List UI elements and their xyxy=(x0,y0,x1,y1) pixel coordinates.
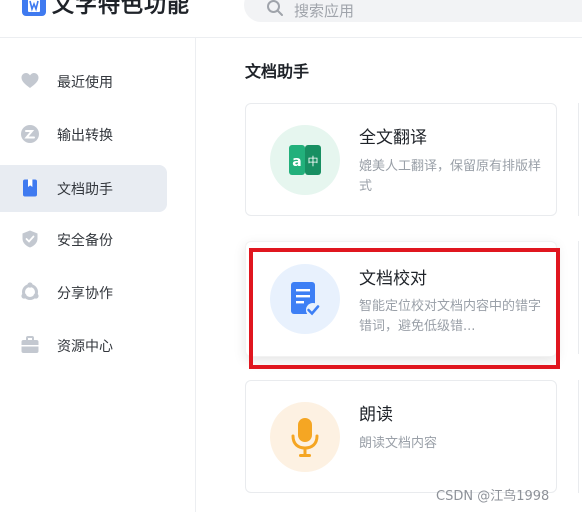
sidebar-item-resources[interactable]: 资源中心 xyxy=(0,322,167,369)
sidebar-item-recent[interactable]: 最近使用 xyxy=(0,58,167,105)
share-cycle-icon xyxy=(21,282,39,300)
briefcase-icon xyxy=(21,336,39,353)
card-title: 全文翻译 xyxy=(359,128,427,148)
sidebar-item-convert[interactable]: 输出转换 xyxy=(0,111,167,158)
proofread-icon xyxy=(270,264,340,334)
card-read-aloud[interactable]: 朗读 朗读文档内容 xyxy=(245,380,557,493)
bookmark-icon xyxy=(23,179,37,197)
sidebar-item-security[interactable]: 安全备份 xyxy=(0,216,167,263)
search-box[interactable]: 搜索应用 xyxy=(244,0,582,22)
convert-icon xyxy=(21,125,39,143)
sidebar-item-label: 分享协作 xyxy=(57,286,113,302)
sidebar-item-label: 文档助手 xyxy=(57,182,113,198)
card-description: 媲美人工翻译，保留原有排版样式 xyxy=(359,159,542,194)
sidebar-item-label: 输出转换 xyxy=(57,128,113,144)
card-full-translation[interactable]: a 中 全文翻译 媲美人工翻译，保留原有排版样式 xyxy=(245,103,557,216)
svg-text:a: a xyxy=(292,154,301,170)
svg-text:中: 中 xyxy=(308,155,319,168)
next-card-edge xyxy=(578,241,582,354)
sidebar: 最近使用 输出转换 文档助手 安全备份 分享协作 资源中心 xyxy=(0,38,196,512)
card-title: 朗读 xyxy=(359,405,393,425)
card-description: 朗读文档内容 xyxy=(359,436,438,451)
sidebar-item-label: 最近使用 xyxy=(57,75,113,91)
sidebar-item-doc-assistant[interactable]: 文档助手 xyxy=(0,165,167,212)
top-header: 文字特色功能 搜索应用 xyxy=(0,0,582,38)
app-title: 文字特色功能 xyxy=(52,0,191,18)
shield-icon xyxy=(22,230,38,248)
card-proofreading[interactable]: 文档校对 智能定位校对文档内容中的错字错词，避免低级错... xyxy=(245,241,557,357)
sidebar-item-share[interactable]: 分享协作 xyxy=(0,269,167,316)
search-placeholder[interactable]: 搜索应用 xyxy=(294,0,354,21)
sidebar-item-label: 安全备份 xyxy=(57,233,113,249)
card-description: 智能定位校对文档内容中的错字错词，避免低级错... xyxy=(359,299,542,334)
watermark: CSDN @江鸟1998 xyxy=(436,489,550,504)
section-title: 文档助手 xyxy=(245,62,310,81)
translate-icon: a 中 xyxy=(270,125,340,195)
microphone-icon xyxy=(270,402,340,472)
next-card-edge xyxy=(578,380,582,493)
next-card-edge xyxy=(578,103,582,216)
search-icon xyxy=(267,0,283,16)
heart-icon xyxy=(21,73,39,88)
card-title: 文档校对 xyxy=(359,269,427,289)
app-logo-icon xyxy=(22,0,46,16)
sidebar-item-label: 资源中心 xyxy=(57,339,113,355)
